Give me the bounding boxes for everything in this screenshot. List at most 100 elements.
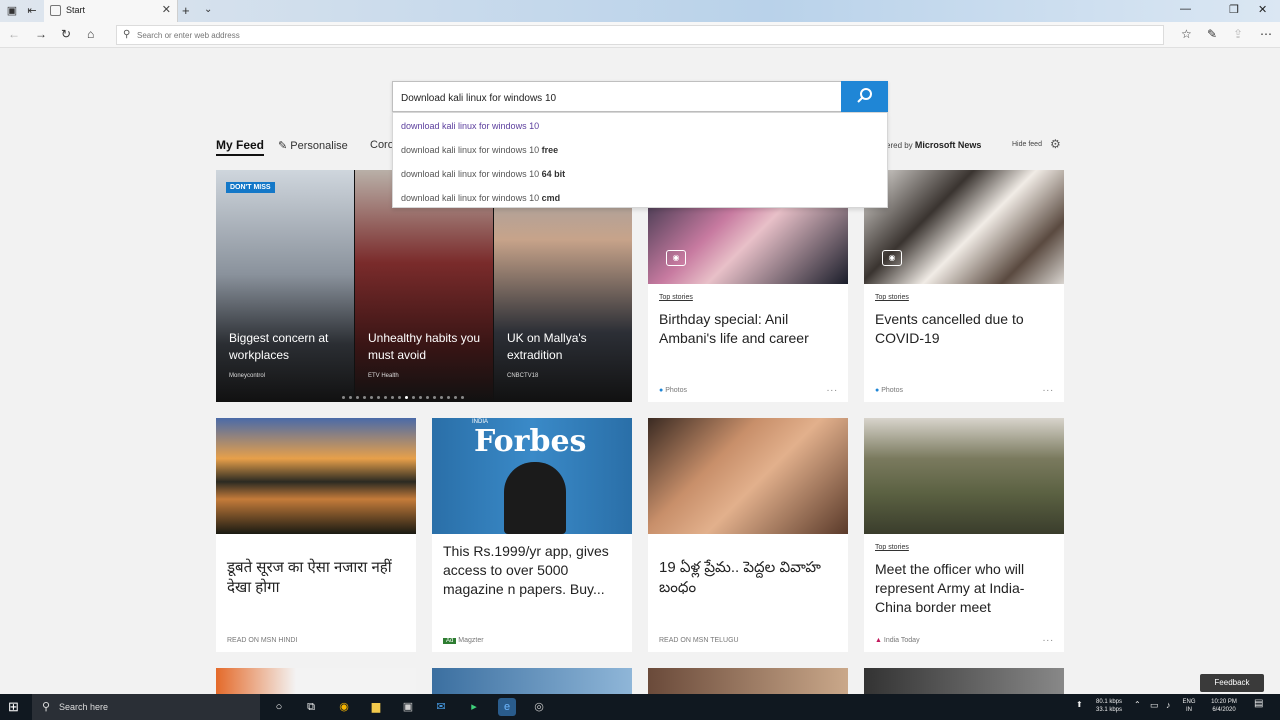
more-icon[interactable]: ⋯ — [1260, 27, 1272, 41]
card-title: Birthday special: Anil Ambani's life and… — [659, 311, 809, 346]
card-image — [216, 418, 416, 534]
terminal-icon[interactable]: ▸ — [465, 698, 483, 716]
news-card[interactable]: 19 ఏళ్ల ప్రేమ.. పెద్దల వివాహ బంధం READ O… — [648, 418, 848, 652]
ad-badge: Ad — [443, 638, 457, 644]
tab-label: Start — [66, 5, 86, 15]
suggestion-item[interactable]: download kali linux for windows 10 free — [401, 145, 558, 155]
suggestion-item[interactable]: download kali linux for windows 10 cmd — [401, 193, 560, 203]
news-card[interactable] — [648, 668, 848, 694]
tab-coronavirus[interactable]: Coro — [370, 139, 394, 151]
card-source: ▲ India Today — [875, 637, 920, 644]
chevron-up-icon[interactable]: ⌃ — [1134, 701, 1141, 709]
cortana-icon[interactable]: ○ — [270, 698, 288, 716]
source-logo-icon: ▲ — [875, 637, 882, 644]
edge-icon[interactable]: e — [498, 698, 516, 716]
pen-icon[interactable]: ✎ — [1207, 27, 1217, 41]
powered-by: ered by Microsoft News — [886, 140, 982, 150]
pen-icon: ✎ — [278, 140, 288, 152]
network-speed: 80.1 kbps 33.1 kbps — [1095, 699, 1123, 713]
card-title: डूबते सूरज का ऐसा नजारा नहीं देखा होगा — [227, 559, 392, 596]
card-image: ◉ — [864, 170, 1064, 284]
card-source: READ ON MSN TELUGU — [659, 637, 739, 644]
card-title: Events cancelled due to COVID-19 — [875, 311, 1024, 346]
clock[interactable]: 10:20 PM 6/4/2020 — [1204, 698, 1244, 714]
share-icon[interactable]: ⇪ — [1233, 27, 1243, 41]
search-button[interactable] — [841, 81, 888, 112]
address-input[interactable] — [137, 28, 1137, 42]
camera-icon: ◉ — [666, 250, 686, 266]
chrome-icon[interactable]: ◉ — [335, 698, 353, 716]
tab-my-feed[interactable]: My Feed — [216, 138, 265, 156]
personalise-label: Personalise — [290, 140, 348, 152]
chevron-down-icon[interactable]: ⌄ — [204, 4, 212, 15]
news-card[interactable] — [216, 668, 416, 694]
card-category[interactable]: Top stories — [659, 294, 693, 301]
title-bar: ▣ ⇤ Start ✕ + ⌄ — ❐ ✕ — [0, 0, 1280, 22]
app-icon[interactable]: ◎ — [530, 698, 548, 716]
slide-title: Unhealthy habits you must avoid — [368, 331, 481, 362]
ad-card[interactable]: INDIA Forbes This Rs.1999/yr app, gives … — [432, 418, 632, 652]
taskbar-search[interactable]: ⚲ Search here — [32, 694, 260, 720]
card-category[interactable]: Top stories — [875, 294, 909, 301]
language-indicator[interactable]: ENG IN — [1182, 698, 1196, 714]
card-image — [864, 418, 1064, 534]
magazine-title: Forbes — [474, 424, 587, 459]
cover-photo — [504, 462, 566, 534]
card-source: ● Photos — [659, 387, 687, 394]
slide-source: Moneycontrol — [229, 373, 266, 379]
card-image: INDIA Forbes — [432, 418, 632, 534]
carousel-indicators[interactable] — [342, 386, 482, 399]
suggestion-item[interactable]: download kali linux for windows 10 64 bi… — [401, 169, 565, 179]
news-card[interactable] — [864, 668, 1064, 694]
maximize-icon[interactable]: ❐ — [1229, 3, 1239, 16]
tab-start[interactable]: Start ✕ — [44, 0, 178, 22]
suggestion-item[interactable]: download kali linux for windows 10 — [401, 121, 539, 131]
new-tab-icon[interactable]: + — [182, 3, 190, 18]
news-card[interactable] — [432, 668, 632, 694]
carousel-slide[interactable]: Biggest concern at workplaces Moneycontr… — [216, 170, 354, 402]
favorites-icon[interactable]: ☆ — [1181, 27, 1192, 41]
news-card[interactable]: डूबते सूरज का ऐसा नजारा नहीं देखा होगा R… — [216, 418, 416, 652]
hide-feed-button[interactable]: Hide feed — [1012, 141, 1042, 148]
refresh-icon[interactable]: ↻ — [61, 27, 71, 41]
more-options-icon[interactable]: ... — [1043, 383, 1054, 394]
slide-title: UK on Mallya's extradition — [507, 331, 587, 362]
file-explorer-icon[interactable]: ▆ — [367, 698, 385, 716]
tab-actions-icon[interactable]: ▣ — [4, 3, 20, 19]
task-view-icon[interactable]: ⧉ — [302, 698, 320, 716]
back-icon[interactable]: ← — [8, 27, 20, 41]
gear-icon[interactable]: ⚙ — [1050, 137, 1061, 151]
search-input[interactable] — [401, 90, 831, 106]
search-icon: ⚲ — [42, 701, 51, 713]
close-window-icon[interactable]: ✕ — [1258, 3, 1267, 16]
network-icon[interactable]: ▭ — [1150, 701, 1159, 710]
more-options-icon[interactable]: ... — [827, 383, 838, 394]
mail-icon[interactable]: ✉ — [432, 698, 450, 716]
notification-arrow-icon[interactable]: ⬆ — [1076, 701, 1083, 709]
forward-icon[interactable]: → — [35, 27, 47, 41]
minimize-icon[interactable]: — — [1180, 3, 1191, 15]
dont-miss-badge: DON'T MISS — [226, 182, 275, 193]
feedback-button[interactable]: Feedback — [1200, 674, 1264, 692]
personalise-button[interactable]: ✎ Personalise — [278, 139, 348, 152]
slide-title: Biggest concern at workplaces — [229, 331, 329, 362]
volume-icon[interactable]: ♪ — [1166, 701, 1171, 710]
more-options-icon[interactable]: ... — [1043, 633, 1054, 644]
store-icon[interactable]: ▣ — [399, 698, 417, 716]
page-icon — [50, 5, 61, 16]
notifications-icon[interactable]: ▤ — [1254, 699, 1263, 709]
windows-start-icon[interactable]: ⊞ — [8, 700, 22, 714]
close-tab-icon[interactable]: ✕ — [162, 3, 171, 16]
slide-source: CNBCTV18 — [507, 373, 539, 379]
search-icon — [856, 88, 872, 103]
taskbar: ⊞ ⚲ Search here ○ ⧉ ◉ ▆ ▣ ✉ ▸ e ◎ ⬆ 80.1… — [0, 694, 1280, 720]
card-source: ● Photos — [875, 387, 903, 394]
home-icon[interactable]: ⌂ — [87, 27, 94, 41]
news-card[interactable]: Top stories Meet the officer who will re… — [864, 418, 1064, 652]
address-bar[interactable]: ⚲ — [116, 25, 1164, 45]
news-card[interactable]: ◉ Top stories Events cancelled due to CO… — [864, 170, 1064, 402]
card-title: Meet the officer who will represent Army… — [875, 561, 1025, 615]
search-suggestions: download kali linux for windows 10 downl… — [392, 112, 888, 208]
set-tabs-aside-icon[interactable]: ⇤ — [24, 3, 40, 19]
card-category[interactable]: Top stories — [875, 544, 909, 551]
